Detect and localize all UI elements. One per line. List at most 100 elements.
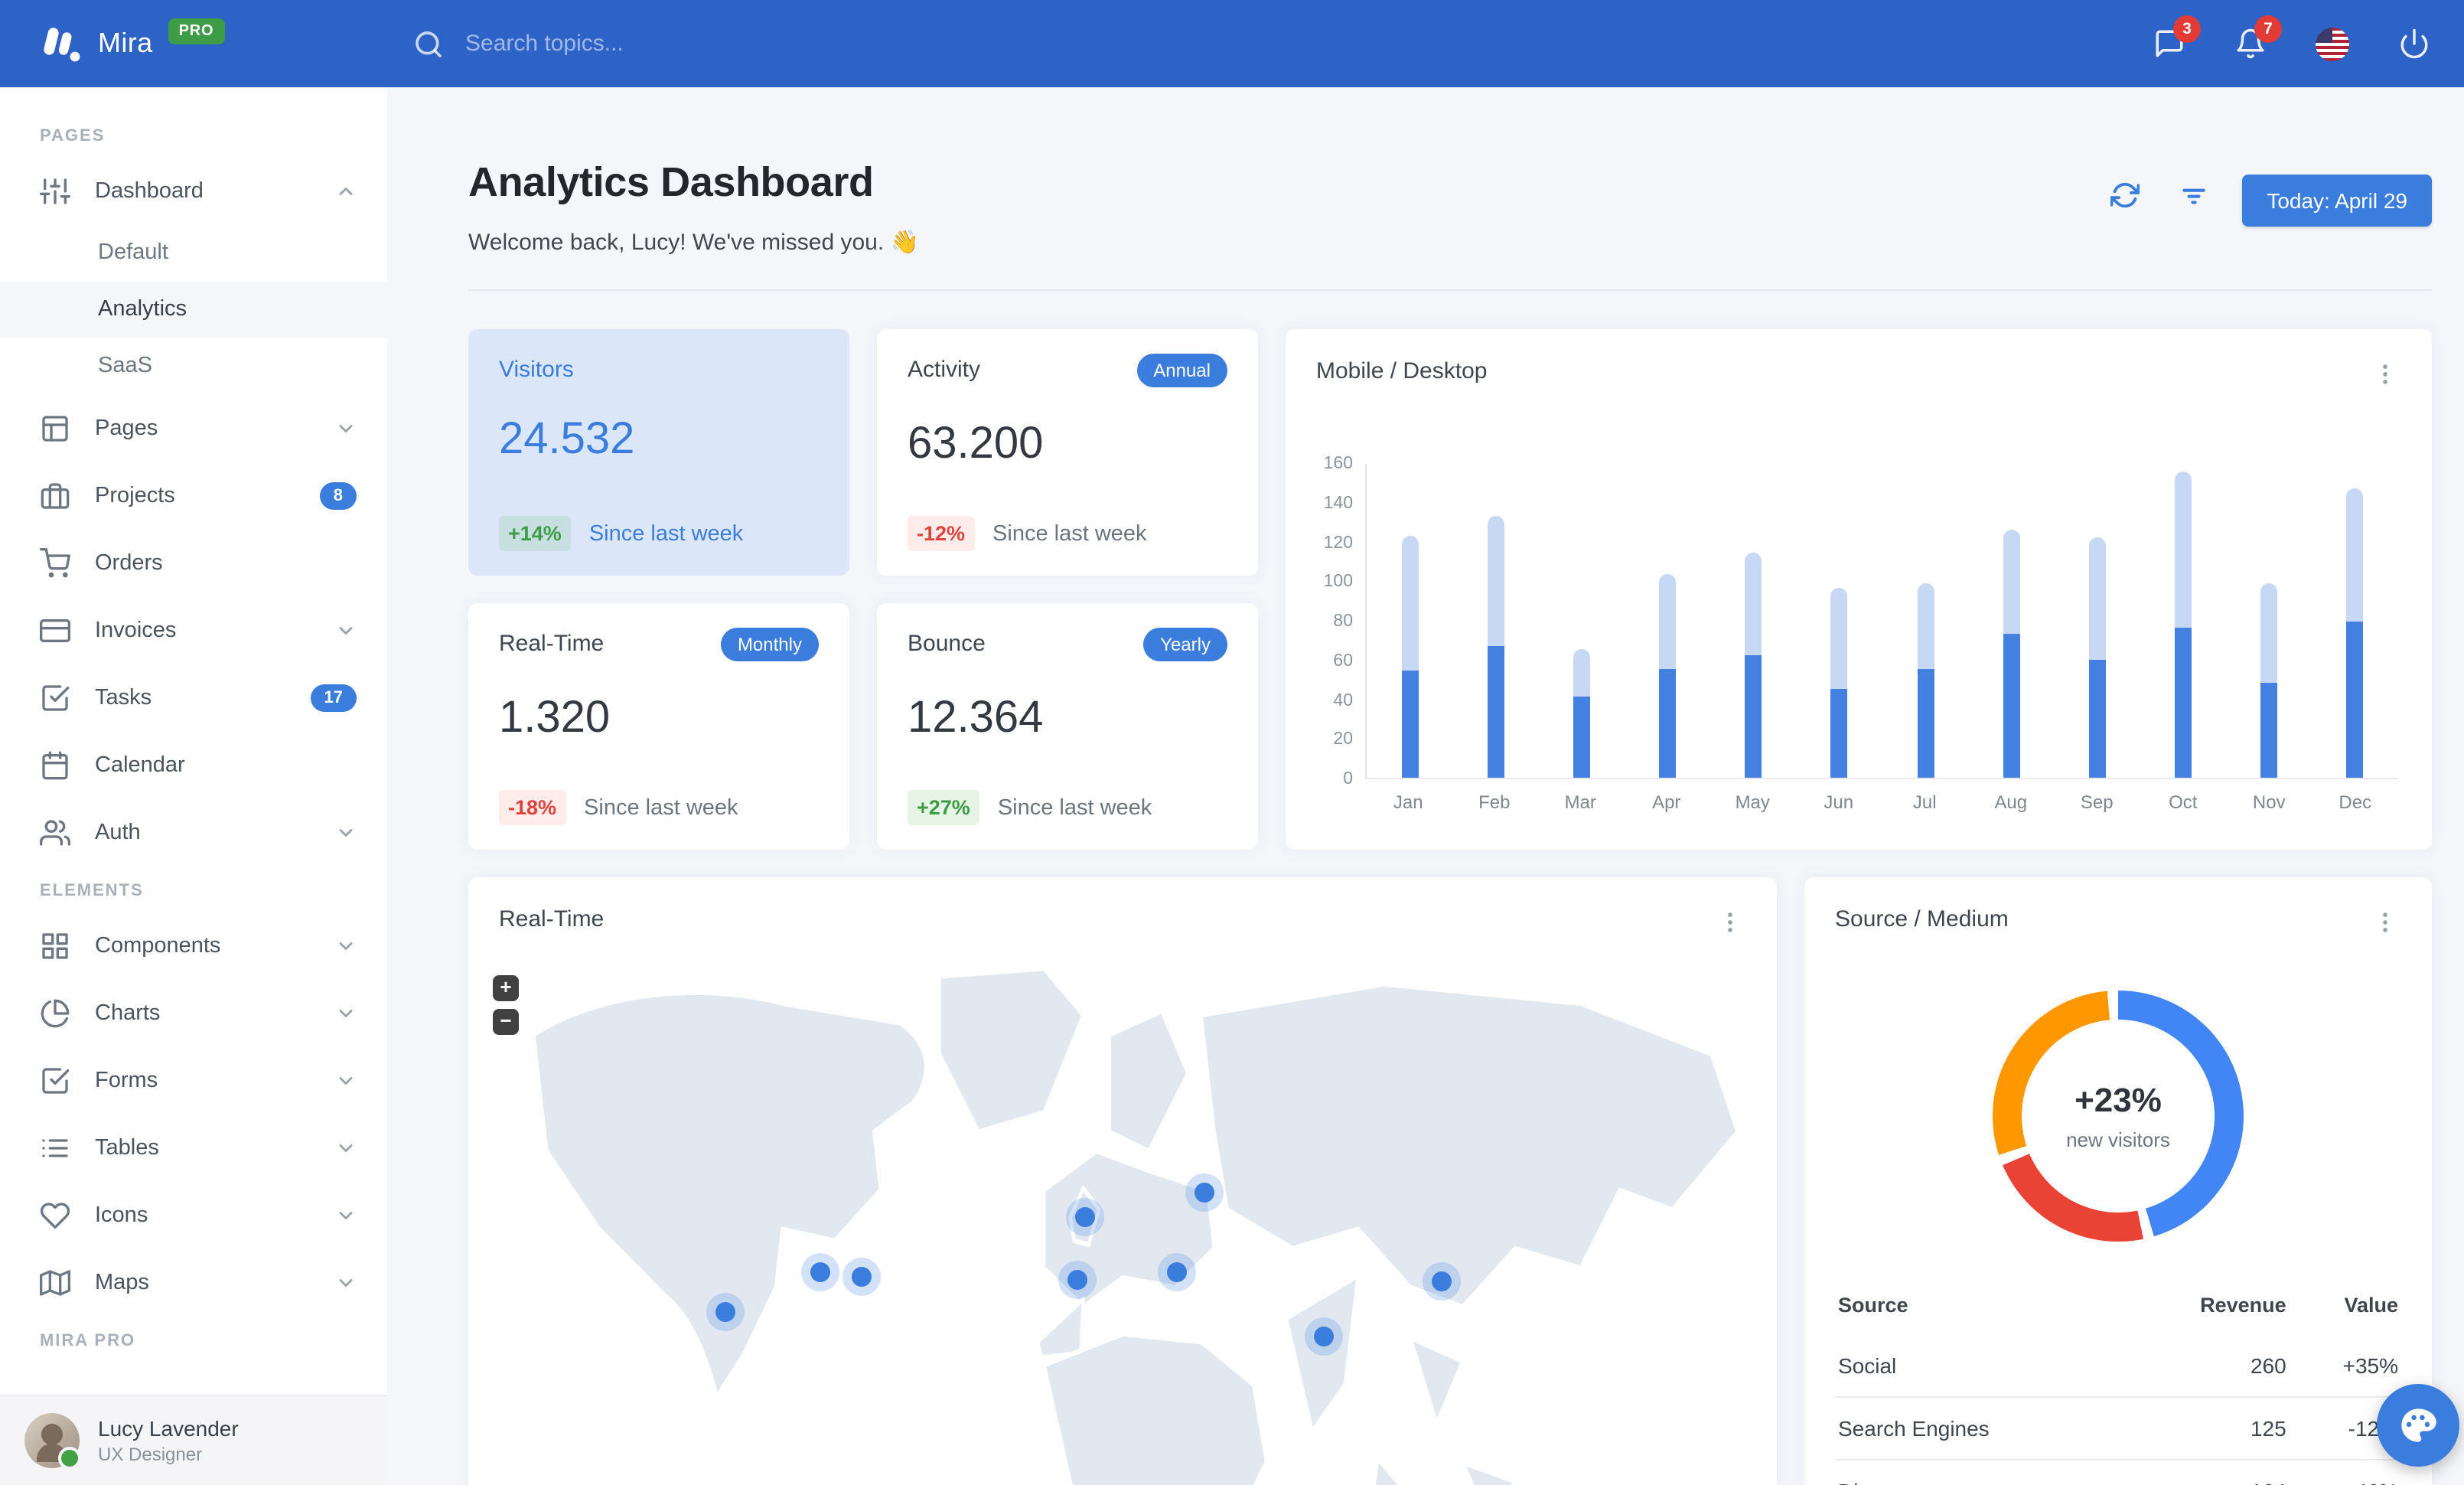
xaxis-label-jun: Jun (1824, 791, 1854, 813)
sidebar-item-orders[interactable]: Orders (0, 530, 387, 597)
sidebar-user[interactable]: Lucy Lavender UX Designer (0, 1395, 387, 1485)
sign-out-power-button[interactable] (2398, 28, 2430, 60)
map-marker-2 (810, 1262, 830, 1283)
map-marker-6 (1167, 1262, 1188, 1283)
world-map-svg (532, 966, 1739, 1485)
search-input[interactable] (462, 29, 805, 58)
user-role: UX Designer (98, 1444, 203, 1465)
today-date-button[interactable]: Today: April 29 (2242, 175, 2432, 227)
layout-icon (40, 413, 70, 444)
sidebar-item-icons[interactable]: Icons (0, 1182, 387, 1249)
sidebar-item-invoices[interactable]: Invoices (0, 597, 387, 664)
source-medium-card: Source / Medium +23% new visitors Source… (1804, 877, 2432, 1485)
xaxis-label-mar: Mar (1564, 791, 1596, 813)
messages-count-badge: 3 (2173, 15, 2201, 43)
sidebar-item-charts[interactable]: Charts (0, 980, 387, 1047)
sidebar-item-pages[interactable]: Pages (0, 395, 387, 462)
theme-settings-fab[interactable] (2377, 1384, 2459, 1467)
sidebar-item-default[interactable]: Default (0, 225, 387, 282)
notifications-button[interactable]: 7 (2234, 15, 2282, 60)
brand-name: Mira (98, 28, 153, 58)
xaxis-label-may: May (1735, 791, 1770, 813)
sidebar-item-forms[interactable]: Forms (0, 1047, 387, 1115)
chart-menu-kebab-icon[interactable] (2369, 358, 2401, 390)
map-zoom-out-button[interactable]: − (493, 1009, 519, 1035)
bar-aug (2003, 529, 2020, 778)
bar-jul (1917, 583, 1934, 778)
bar-mar (1573, 649, 1590, 778)
palette-icon (2401, 1408, 2436, 1442)
navbar-search (413, 28, 805, 59)
map-title: Real-Time (499, 906, 605, 932)
source-medium-title: Source / Medium (1835, 906, 2009, 932)
map-zoom-in-button[interactable]: + (493, 975, 519, 1001)
map-marker-8 (1314, 1326, 1335, 1346)
table-row-direct: Direct164+46% (1835, 1460, 2401, 1485)
map-marker-1 (715, 1301, 736, 1322)
sidebar-item-components[interactable]: Components (0, 912, 387, 980)
stat-note: Since last week (992, 521, 1147, 546)
map-marker-4 (1074, 1207, 1095, 1228)
xaxis-label-aug: Aug (1994, 791, 2028, 813)
stat-note: Since last week (997, 795, 1152, 820)
bar-chart: 0 20 40 60 80 100 120 140 160 (1313, 455, 2398, 788)
pro-badge: PRO (168, 18, 225, 44)
mira-logo-icon (40, 24, 83, 64)
bar-chart-xaxis: Jan Feb Mar Apr May Jun Jul Aug Sep Oct Nov Dec (1365, 791, 2398, 813)
sidebar-section-pages: PAGES (40, 127, 106, 145)
stat-label: Visitors (499, 357, 574, 383)
sidebar-item-dashboard[interactable]: Dashboard (0, 158, 387, 225)
refresh-button[interactable] (2104, 175, 2146, 216)
sidebar-item-maps[interactable]: Maps (0, 1249, 387, 1317)
main-content: Analytics Dashboard Welcome back, Lucy! … (387, 87, 2464, 1485)
col-revenue: Revenue (2200, 1294, 2286, 1317)
bar-sep (2088, 537, 2106, 778)
map-menu-kebab-icon[interactable] (1714, 906, 1746, 938)
xaxis-label-jan: Jan (1393, 791, 1423, 813)
sidebar-section-elements: ELEMENTS (40, 882, 144, 900)
realtime-map-card: Real-Time + − (468, 877, 1777, 1485)
sidebar-item-calendar[interactable]: Calendar (0, 732, 387, 799)
stat-value: 1.320 (499, 694, 611, 742)
navbar-actions: 3 7 (2153, 15, 2430, 60)
app-root: Mira PRO 3 7 PAGESDashboardDefaul (0, 0, 2464, 1485)
delta-chip: -18% (499, 790, 566, 825)
credit-card-icon (40, 615, 71, 646)
stat-card-activity: Activity Annual 63.200 -12% Since last week (877, 329, 1258, 576)
messages-button[interactable]: 3 (2153, 15, 2201, 60)
grid-icon (40, 931, 70, 961)
search-icon (413, 28, 444, 59)
bar-apr (1659, 574, 1677, 778)
calendar-icon (40, 750, 70, 781)
sidebar-item-analytics[interactable]: Analytics (0, 282, 387, 338)
xaxis-label-jul: Jul (1912, 791, 1937, 813)
xaxis-label-apr: Apr (1652, 791, 1681, 813)
xaxis-label-dec: Dec (2339, 791, 2372, 813)
sidebar-item-saas[interactable]: SaaS (0, 338, 387, 395)
table-row-search-engines: Search Engines 125 -12% (1835, 1397, 2401, 1460)
sidebar-item-tasks[interactable]: Tasks 17 (0, 664, 387, 732)
chevron-down-icon (335, 935, 357, 957)
source-menu-kebab-icon[interactable] (2369, 906, 2401, 938)
filter-button[interactable] (2173, 175, 2215, 216)
check-square-icon (40, 1066, 70, 1096)
briefcase-icon (40, 481, 70, 511)
chevron-down-icon (335, 620, 357, 641)
donut-chart: +23% new visitors (1993, 991, 2244, 1242)
welcome-message: Welcome back, Lucy! We've missed you. 👋 (468, 230, 919, 256)
bar-oct (2174, 472, 2192, 778)
brand[interactable]: Mira PRO (0, 18, 225, 64)
sidebar-item-tables[interactable]: Tables (0, 1115, 387, 1182)
stat-value: 24.532 (499, 415, 635, 464)
source-table: Source Revenue Value Social 260 +35% Search… (1835, 1281, 2401, 1485)
col-value: Value (2344, 1294, 2398, 1317)
sidebar-item-projects[interactable]: Projects 8 (0, 462, 387, 530)
sidebar-item-auth[interactable]: Auth (0, 799, 387, 867)
source-table-body: Social260+35% Search Engines125-12%Direct… (1835, 1335, 2401, 1485)
sliders-icon (40, 176, 71, 207)
badge-projects: 8 (319, 482, 357, 510)
stat-label: Activity (908, 357, 981, 383)
check-square-icon (40, 683, 70, 713)
language-flag-button[interactable] (2316, 27, 2349, 60)
stat-card-visitors: Visitors 24.532 +14% Since last week (468, 329, 849, 576)
